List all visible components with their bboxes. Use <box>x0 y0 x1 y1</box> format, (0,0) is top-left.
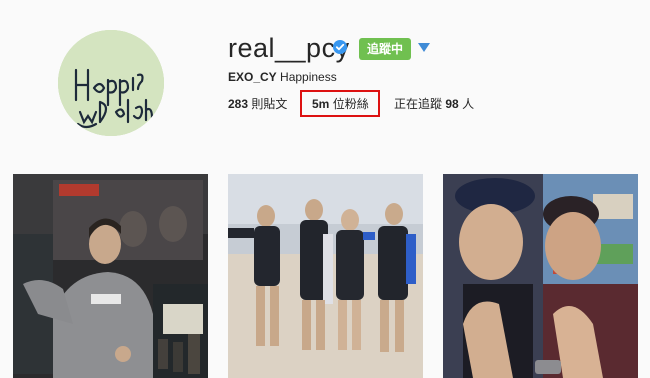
posts-label: 則貼文 <box>251 97 288 111</box>
profile-bio: EXO_CY Happiness <box>228 70 337 84</box>
post-thumbnail-3[interactable] <box>443 174 638 378</box>
following-label: 正在追蹤 <box>394 97 443 111</box>
posts-stat[interactable]: 283 則貼文 <box>228 95 287 112</box>
dropdown-arrow-icon[interactable] <box>418 43 430 52</box>
followers-highlight-box <box>300 90 380 117</box>
profile-username: real__pcy <box>228 33 350 63</box>
verified-badge-icon <box>333 40 347 54</box>
profile-avatar[interactable] <box>58 30 164 136</box>
following-count: 98 <box>445 97 459 111</box>
post-thumbnail-1[interactable] <box>13 174 208 378</box>
following-stat[interactable]: 正在追蹤 98 人 <box>394 95 474 112</box>
post-thumbnail-2[interactable] <box>228 174 423 378</box>
following-button[interactable]: 追蹤中 <box>359 38 411 60</box>
bio-text: Happiness <box>280 70 337 84</box>
posts-count: 283 <box>228 97 249 111</box>
following-unit: 人 <box>462 97 475 111</box>
bio-name: EXO_CY <box>228 70 277 84</box>
